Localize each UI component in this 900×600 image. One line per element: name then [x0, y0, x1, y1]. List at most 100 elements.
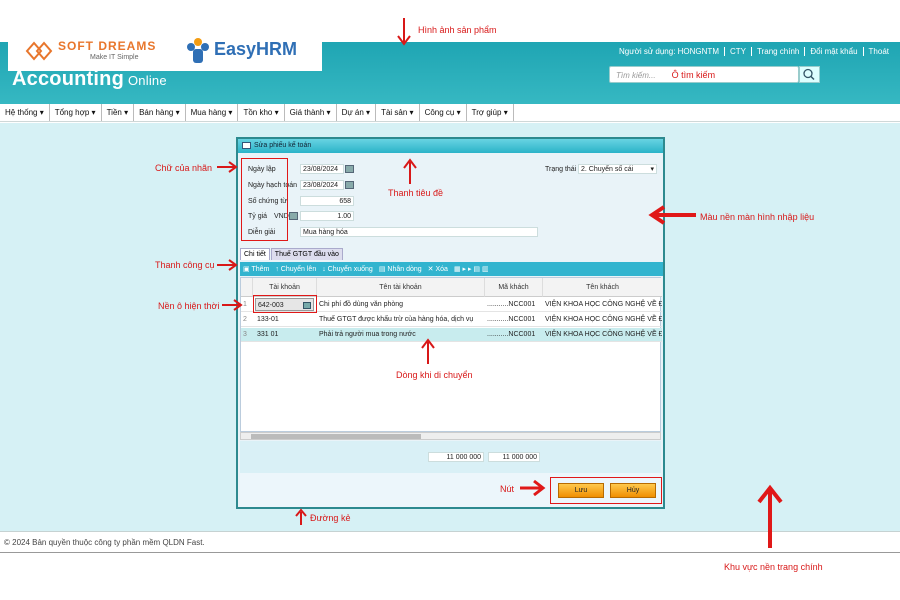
- grid-header-customer-name[interactable]: Tên khách: [543, 278, 662, 297]
- totals-bar: 11 000 000 11 000 000: [240, 441, 661, 473]
- menu-ban-hang[interactable]: Bán hàng ▾: [134, 104, 186, 121]
- horizontal-scrollbar[interactable]: [240, 432, 661, 440]
- arrow-up-icon: [757, 484, 783, 548]
- grid-header-account-name[interactable]: Tên tài khoản: [317, 278, 485, 297]
- dialog-title-bar[interactable]: Sửa phiếu kế toán: [238, 139, 663, 153]
- link-logout[interactable]: Thoát: [862, 47, 894, 56]
- arrow-right-icon: [217, 161, 238, 173]
- toolbar-label: Chuyển xuống: [327, 265, 373, 273]
- menu-mua-hang[interactable]: Mua hàng ▾: [186, 104, 239, 121]
- menu-du-an[interactable]: Dự án ▾: [337, 104, 377, 121]
- detail-tabs: Chi tiết Thuế GTGT đầu vào: [240, 248, 344, 260]
- app-title: Accounting Online: [12, 68, 167, 91]
- menu-he-thong[interactable]: Hệ thống ▾: [0, 104, 50, 121]
- cell-account-name[interactable]: Phải trả người mua trong nước: [317, 328, 485, 342]
- softdreams-logo-icon: [24, 38, 54, 64]
- user-label: Người sử dụng: HONGNTM: [619, 47, 719, 56]
- arrow-left-icon: [648, 205, 696, 225]
- search-icon: [803, 68, 815, 81]
- row-number: 3: [243, 331, 247, 338]
- search-button[interactable]: [799, 66, 820, 83]
- cell-customer-name[interactable]: VIỆN KHOA HỌC CÔNG NGHỆ VỀ ĐẦU: [543, 298, 662, 312]
- cell-customer-code[interactable]: ...........NCC001: [485, 313, 543, 327]
- menu-label: Giá thành: [289, 108, 325, 117]
- annotation-title-bar: Thanh tiêu đề: [388, 188, 444, 198]
- tab-thue-gtgt[interactable]: Thuế GTGT đầu vào: [270, 248, 343, 260]
- menu-tro-giup[interactable]: Trợ giúp ▾: [467, 104, 514, 121]
- arrow-up-icon: [295, 508, 307, 525]
- user-bar: Người sử dụng: HONGNTM CTY Trang chính Đ…: [614, 47, 894, 56]
- table-row-hover[interactable]: 3 331 01 Phải trả người mua trong nước .…: [241, 328, 662, 342]
- arrow-up-icon: [421, 338, 435, 364]
- link-home[interactable]: Trang chính: [750, 47, 804, 56]
- app-title-main: Accounting: [12, 68, 124, 90]
- arrow-right-icon: [520, 479, 546, 497]
- menu-ton-kho[interactable]: Tồn kho ▾: [238, 104, 285, 121]
- chevron-down-icon: ▾: [650, 166, 654, 173]
- annotation-main-bg-area: Khu vực nền trang chính: [724, 562, 823, 572]
- arrow-right-icon: [222, 299, 243, 311]
- annotation-moving-row: Dòng khi di chuyển: [396, 370, 473, 380]
- button-highlight-box: [550, 477, 662, 504]
- annotation-divider: Đường kẻ: [310, 513, 351, 523]
- input-ngay-hach-toan[interactable]: 23/08/2024: [300, 180, 344, 190]
- cell-account-name[interactable]: Chi phí đồ dùng văn phòng: [317, 298, 485, 312]
- dialog-icon: [242, 142, 251, 149]
- cell-account[interactable]: 331 01: [255, 328, 314, 342]
- toolbar-duplicate-button[interactable]: ▤ Nhân dòng: [379, 265, 422, 273]
- input-dien-giai[interactable]: Mua hàng hóa: [300, 227, 538, 237]
- select-trang-thai-value: 2. Chuyển số cái: [581, 166, 634, 173]
- menu-label: Tài sản: [381, 108, 408, 117]
- dialog-title: Sửa phiếu kế toán: [254, 142, 312, 149]
- link-cty[interactable]: CTY: [723, 47, 751, 56]
- menu-gia-thanh[interactable]: Giá thành ▾: [285, 104, 337, 121]
- input-so-chung-tu[interactable]: 658: [300, 196, 354, 206]
- annotation-label-text: Chữ của nhãn: [155, 163, 213, 173]
- calendar-icon[interactable]: [345, 181, 354, 189]
- grid-header-customer-code[interactable]: Mã khách: [485, 278, 543, 297]
- annotation-button: Nút: [500, 484, 515, 494]
- annotation-toolbar: Thanh công cụ: [155, 260, 215, 270]
- toolbar-label: Thêm: [251, 266, 270, 273]
- toolbar-move-up-button[interactable]: ↑ Chuyển lên: [275, 266, 316, 273]
- toolbar-delete-button[interactable]: ✕ Xóa: [428, 265, 448, 273]
- table-row[interactable]: 2 133-01 Thuế GTGT được khấu trừ của hàn…: [241, 313, 662, 327]
- toolbar-label: Xóa: [435, 266, 448, 273]
- grid-header-rownum: [241, 278, 253, 297]
- cell-customer-name[interactable]: VIỆN KHOA HỌC CÔNG NGHỆ VỀ ĐẦU: [543, 328, 662, 342]
- link-change-password[interactable]: Đổi mật khẩu: [804, 47, 862, 56]
- input-ty-gia[interactable]: 1.00: [300, 211, 354, 221]
- cell-customer-code[interactable]: ...........NCC001: [485, 328, 543, 342]
- menu-tong-hop[interactable]: Tổng hợp ▾: [50, 104, 102, 121]
- search-inline-annotation: Ô tìm kiếm: [671, 70, 716, 80]
- search-placeholder: Tìm kiếm...: [616, 71, 656, 80]
- toolbar-label: Chuyển lên: [280, 265, 317, 273]
- calendar-icon[interactable]: [345, 165, 354, 173]
- input-ngay-lap[interactable]: 23/08/2024: [300, 164, 344, 174]
- menu-label: Hệ thống: [5, 108, 38, 117]
- cell-customer-name[interactable]: VIỆN KHOA HỌC CÔNG NGHỆ VỀ ĐẦU: [543, 313, 662, 327]
- cell-account[interactable]: 133-01: [255, 313, 314, 327]
- softdreams-tagline: Make IT Simple: [90, 54, 139, 61]
- search-input[interactable]: Tìm kiếm... Ô tìm kiếm: [609, 66, 799, 83]
- scrollbar-thumb[interactable]: [251, 434, 421, 439]
- cell-customer-code[interactable]: ...........NCC001: [485, 298, 543, 312]
- toolbar-extra-icon[interactable]: ▦ ▸ ▸ ▤ ▥: [454, 265, 489, 273]
- brand-logos: SOFT DREAMS Make IT Simple EasyHRM: [8, 32, 322, 71]
- menu-tien[interactable]: Tiền ▾: [102, 104, 135, 121]
- page: SOFT DREAMS Make IT Simple EasyHRM Accou…: [0, 0, 900, 600]
- cell-account-name[interactable]: Thuế GTGT được khấu trừ của hàng hóa, dị…: [317, 313, 485, 327]
- menu-label: Tổng hợp: [54, 108, 90, 117]
- toolbar-move-down-button[interactable]: ↓ Chuyển xuống: [322, 266, 373, 273]
- grid-toolbar: ▣ Thêm ↑ Chuyển lên ↓ Chuyển xuống ▤ Nhâ…: [240, 262, 663, 276]
- menu-tai-san[interactable]: Tài sản ▾: [376, 104, 420, 121]
- select-trang-thai[interactable]: 2. Chuyển số cái ▾: [578, 164, 657, 174]
- currency-lookup-icon[interactable]: [289, 212, 298, 220]
- tab-chi-tiet[interactable]: Chi tiết: [240, 248, 270, 260]
- dialog-button-bar: Lưu Hủy: [240, 473, 662, 507]
- arrow-right-icon: [217, 259, 238, 271]
- app-title-sub: Online: [128, 73, 167, 88]
- voucher-dialog: Sửa phiếu kế toán Ngày lập 23/08/2024 Ng…: [236, 137, 665, 509]
- toolbar-add-button[interactable]: ▣ Thêm: [243, 265, 269, 273]
- menu-cong-cu[interactable]: Công cụ ▾: [420, 104, 467, 121]
